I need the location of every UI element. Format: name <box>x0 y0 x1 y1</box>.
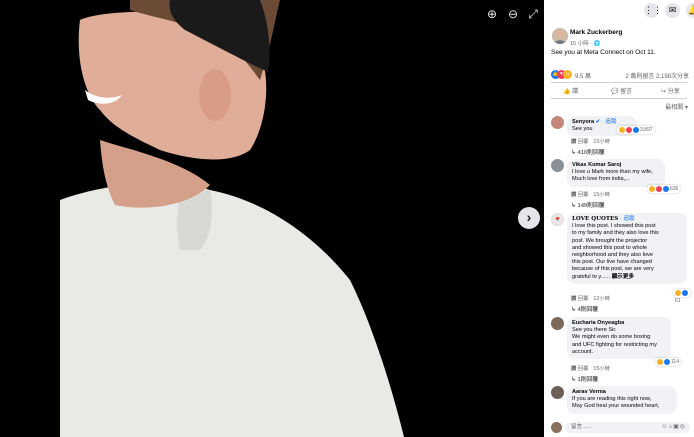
comment-text: this post. Our live have changed <box>572 259 652 266</box>
comment-item: Senyora ✔ · 追蹤 See you 3,897 讚 回覆 15小時 ↳ … <box>551 116 691 160</box>
comment-text: post. We brought the projector <box>572 237 648 244</box>
comment-meta: 讚 回覆 12小時 <box>571 294 615 302</box>
photo-viewer: ⊕ ⊖ ⤢ › <box>0 0 544 437</box>
post-actions: 👍 讚 💬 留言 ↪ 分享 <box>551 85 687 97</box>
next-photo-button[interactable]: › <box>518 207 540 229</box>
commenter-avatar[interactable] <box>551 317 564 330</box>
comment-like-link[interactable]: 讚 <box>571 296 576 302</box>
commenter-name[interactable]: Eucharia Onyeagba <box>572 320 666 327</box>
comment-text: and showed this post to whole <box>572 244 647 251</box>
fullscreen-icon[interactable]: ⤢ <box>525 6 541 22</box>
gif-icon[interactable]: ▣ <box>673 424 680 430</box>
comment-like-link[interactable]: 讚 <box>571 366 576 372</box>
post-side-panel: ⋮⋮ ✉ 🔔 Mark Zuckerberg 15 小時 · 🌐 See you… <box>544 0 694 437</box>
comment-item: Vikas Kumar Saroj I love u Mark more tha… <box>551 159 691 209</box>
haha-reaction-icon: ☺ <box>563 70 572 79</box>
composer-icons: ☺⌂▣◎ <box>661 422 686 433</box>
zoom-out-icon[interactable]: ⊖ <box>505 6 521 22</box>
post-stats[interactable]: 2 萬則留言 2,198次分享 <box>625 71 689 80</box>
reaction-summary[interactable]: 👍 ♥ ☺ 9.5 萬 2 萬則留言 2,198次分享 <box>551 70 689 80</box>
comment-meta: 讚 回覆 15小時 <box>571 190 615 198</box>
share-button[interactable]: ↪ 分享 <box>661 86 680 95</box>
comment-text: If you are reading this right now, <box>572 396 652 403</box>
reaction-count: 9.5 萬 <box>575 74 592 80</box>
notifications-icon[interactable]: 🔔 <box>686 3 694 18</box>
comment-sort-dropdown[interactable]: 最相關 ▾ <box>665 102 688 111</box>
comment-like-link[interactable]: 讚 <box>571 192 576 198</box>
post-text: See you at Meta Connect on Oct 11. <box>551 49 656 56</box>
view-replies-link[interactable]: ↳ 1則回覆 <box>571 374 598 383</box>
post-author[interactable]: Mark Zuckerberg <box>570 29 622 36</box>
divider <box>551 98 687 99</box>
view-replies-link[interactable]: ↳ 4則回覆 <box>571 304 598 313</box>
comment-bubble: Aarav Verma If you are reading this righ… <box>567 386 677 414</box>
verified-icon: ✔ <box>595 119 601 125</box>
comment-text: Much love from india,,.. <box>572 176 630 183</box>
comment-text: I love u Mark more than my wife, <box>572 169 653 176</box>
comment-bubble: Eucharia Onyeagba See you there Sir. We … <box>567 317 671 360</box>
commenter-avatar[interactable] <box>551 116 564 129</box>
comment-text: See you there Sir. <box>572 327 617 334</box>
messenger-icon[interactable]: ✉ <box>665 3 680 18</box>
comment-button[interactable]: 💬 留言 <box>611 86 632 95</box>
chevron-right-icon: › <box>526 209 532 225</box>
top-bar: ⋮⋮ ✉ 🔔 <box>544 0 694 22</box>
comment-reply-link[interactable]: 回覆 <box>578 192 589 198</box>
see-more-link[interactable]: 顯示更多 <box>612 274 634 280</box>
divider <box>551 82 687 83</box>
menu-grid-icon[interactable]: ⋮⋮ <box>644 3 662 18</box>
comment-meta: 讚 回覆 15小時 <box>571 364 615 372</box>
comment-text: I love this post. I showed this post <box>572 223 656 230</box>
comment-bubble: LOVE QUOTES · 追蹤 I love this post. I sho… <box>567 213 687 284</box>
comment-text: and UFC fighting for restricting my <box>572 341 657 348</box>
comment-time: 15小時 <box>593 366 610 372</box>
comment-reply-link[interactable]: 回覆 <box>578 296 589 302</box>
share-icon: ↪ <box>661 89 667 95</box>
comment-text: May God heal your wounded heart, <box>572 403 660 410</box>
comment-bubble: Vikas Kumar Saroj I love u Mark more tha… <box>567 159 665 187</box>
post-photo <box>60 0 404 437</box>
view-replies-link[interactable]: ↳ 410則回覆 <box>571 147 605 156</box>
author-avatar[interactable] <box>552 28 568 44</box>
comment-text: We might even do some boxing <box>572 334 651 341</box>
comment-text: to my family and they also love this <box>572 230 659 237</box>
comment-like-link[interactable]: 讚 <box>571 139 576 145</box>
commenter-avatar[interactable] <box>551 386 564 399</box>
comment-item: Eucharia Onyeagba See you there Sir. We … <box>551 317 691 383</box>
globe-icon: 🌐 <box>593 41 601 47</box>
post-time: 15 小時 · 🌐 <box>570 41 601 47</box>
comment-icon: 💬 <box>611 89 619 95</box>
comment-reply-link[interactable]: 回覆 <box>578 139 589 145</box>
thumbs-up-icon: 👍 <box>563 89 571 95</box>
commenter-avatar[interactable]: ♥ <box>551 213 564 226</box>
comment-reactions[interactable]: 636 <box>647 185 681 193</box>
commenter-avatar[interactable] <box>551 159 564 172</box>
comment-reactions[interactable]: 114 <box>655 358 681 366</box>
comment-item: Aarav Verma If you are reading this righ… <box>551 386 691 420</box>
zoom-in-icon[interactable]: ⊕ <box>484 6 500 22</box>
comment-text: because of this post, we are very <box>572 266 654 273</box>
view-replies-link[interactable]: ↳ 149則回覆 <box>571 200 605 209</box>
like-button[interactable]: 👍 讚 <box>563 86 578 95</box>
sticker-icon[interactable]: ◎ <box>680 424 686 430</box>
comment-input[interactable]: 留言...... ☺⌂▣◎ <box>565 422 690 433</box>
comment-text: neighborhood and they also love <box>572 252 653 259</box>
commenter-name[interactable]: Vikas Kumar Saroj <box>572 162 660 169</box>
comment-reactions[interactable]: 3,897 <box>617 126 655 134</box>
comment-item: ♥ LOVE QUOTES · 追蹤 I love this post. I s… <box>551 213 691 313</box>
comment-time: 12小時 <box>593 296 610 302</box>
comment-time: 15小時 <box>593 192 610 198</box>
comment-reply-link[interactable]: 回覆 <box>578 366 589 372</box>
comment-text: account. <box>572 348 594 355</box>
commenter-name[interactable]: Aarav Verma <box>572 389 672 396</box>
comment-time: 15小時 <box>593 139 610 145</box>
commenter-name[interactable]: LOVE QUOTES · 追蹤 <box>572 216 682 223</box>
chevron-down-icon: ▾ <box>684 105 688 111</box>
comment-composer: 留言...... ☺⌂▣◎ <box>544 419 694 437</box>
comment-text: grateful to y...... 顯示更多 <box>572 273 635 280</box>
comment-meta: 讚 回覆 15小時 <box>571 137 615 145</box>
comment-reactions[interactable]: 61 <box>673 289 691 304</box>
heart-logo-icon: ♥ <box>555 216 560 223</box>
my-avatar <box>551 422 562 433</box>
